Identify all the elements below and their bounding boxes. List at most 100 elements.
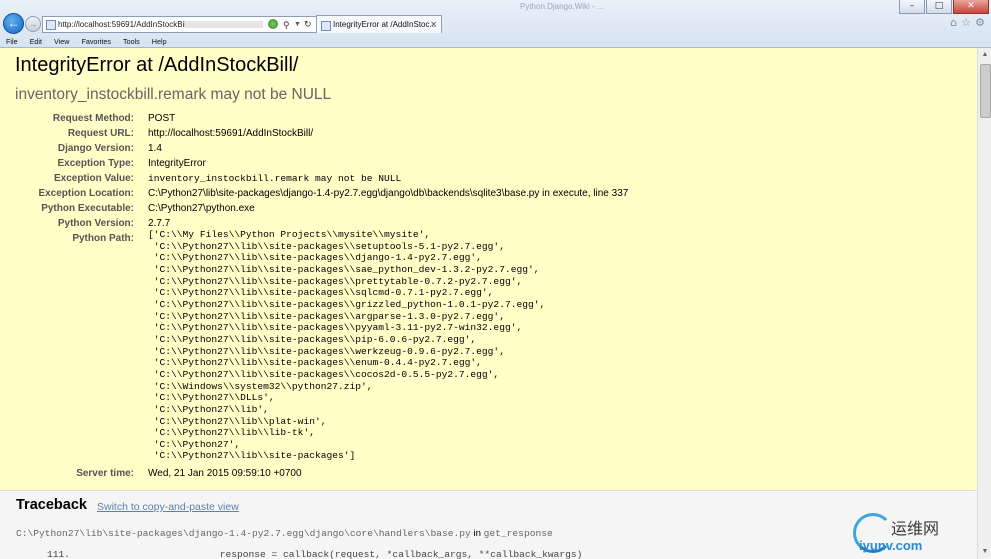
python-path-line: 'C:\\Python27\\lib\\site-packages\\pip-6… [148,333,477,345]
chevron-down-icon[interactable]: ▼ [294,17,301,32]
meta-label: Request Method: [52,113,134,124]
meta-row-server-time: Server time: Wed, 21 Jan 2015 09:59:10 +… [0,468,970,483]
menu-bar: File Edit View Favorites Tools Help [0,36,173,47]
meta-value: inventory_instockbill.remark may not be … [148,173,402,184]
meta-value: C:\Python27\lib\site-packages\django-1.4… [148,188,629,199]
python-path-line: 'C:\\Python27\\lib\\site-packages\\sae_p… [148,263,540,275]
traceback-code-line[interactable]: 111. response = callback(request, *callb… [47,549,582,559]
python-path-line: 'C:\\Python27\\lib\\site-packages\\grizz… [148,298,546,310]
traceback-frame-file[interactable]: C:\Python27\lib\site-packages\django-1.4… [16,528,553,539]
favorites-star-icon[interactable]: ☆ [961,16,971,29]
forward-arrow-icon: → [28,19,38,29]
search-icon[interactable]: ⚲ [283,18,290,33]
menu-edit[interactable]: Edit [24,36,48,47]
python-path-line: 'C:\\Python27\\lib\\site-packages\\enum-… [148,357,482,369]
meta-row-exception-type: Exception Type: IntegrityError [0,158,970,173]
back-button[interactable]: ← [3,13,24,34]
traceback-section: Traceback Switch to copy-and-paste view … [0,491,977,559]
python-path-line: 'C:\\Python27\\DLLs', [148,392,275,404]
python-path-line: 'C:\\Python27\\lib\\lib-tk', [148,427,315,439]
meta-row-django-version: Django Version: 1.4 [0,143,970,158]
meta-label: Django Version: [57,143,134,154]
python-path-line: 'C:\\Windows\\system32\\python27.zip', [148,380,373,392]
meta-label: Exception Value: [53,173,134,184]
error-subtitle: inventory_instockbill.remark may not be … [15,86,332,103]
meta-row-request-method: Request Method: POST [0,113,970,128]
toolbar-icons: ⌂ ☆ ⚙ [950,16,985,29]
redacted-area [185,21,263,28]
meta-label: Request URL: [67,128,134,139]
frame-in-word: in [470,528,484,539]
browser-chrome: Python.Django.Wiki - ... – □ ✕ ← → http:… [0,0,991,48]
tab-close-icon[interactable]: ✕ [430,16,437,33]
meta-label: Python Executable: [41,203,134,214]
menu-help[interactable]: Help [146,36,173,47]
address-bar[interactable]: http://localhost:59691/AddInStockBill/ ⚲… [42,16,317,33]
tab-title: IntegrityError at /AddInStoc... [333,20,437,29]
python-path-line: 'C:\\Python27\\lib\\site-packages\\djang… [148,252,482,264]
home-icon[interactable]: ⌂ [950,16,957,29]
meta-value: 1.4 [148,143,162,154]
back-arrow-icon: ← [7,16,20,30]
meta-value: POST [148,113,176,124]
switch-view-link[interactable]: Switch to copy-and-paste view [97,501,239,513]
python-path-line: 'C:\\Python27\\lib\\site-packages\\prett… [148,275,523,287]
python-path-line: 'C:\\Python27\\lib\\site-packages\\cocos… [148,368,500,380]
meta-value: http://localhost:59691/AddInStockBill/ [148,128,314,139]
python-path-line: 'C:\\Python27\\lib\\site-packages\\sqlcm… [148,287,494,299]
menu-file[interactable]: File [0,36,24,47]
python-path-line: 'C:\\Python27\\lib\\site-packages'] [148,450,356,462]
meta-label: Python Version: [57,218,134,229]
meta-value: Wed, 21 Jan 2015 09:59:10 +0700 [148,468,302,479]
menu-tools[interactable]: Tools [117,36,146,47]
python-path-line: 'C:\\Python27\\lib\\site-packages\\setup… [148,240,505,252]
meta-row-exception-value: Exception Value: inventory_instockbill.r… [0,173,970,188]
scroll-up-icon[interactable]: ▲ [980,50,990,60]
frame-filename: C:\Python27\lib\site-packages\django-1.4… [16,528,471,539]
error-title: IntegrityError at /AddInStockBill/ [15,54,299,76]
meta-value: 2.7.7 [148,218,171,229]
watermark-cn: 运维网 [891,519,940,538]
minimize-button[interactable]: – [899,0,925,14]
python-path-line: 'C:\\Python27', [148,438,241,450]
python-path-line: 'C:\\Python27\\lib', [148,403,269,415]
vertical-scrollbar[interactable]: ▲ ▼ [977,48,991,559]
error-summary: IntegrityError at /AddInStockBill/ inven… [0,48,977,491]
python-path-line: ['C:\\My Files\\Python Projects\\mysite\… [148,229,431,240]
refresh-icon[interactable]: ↻ [304,17,312,32]
maximize-button[interactable]: □ [926,0,952,14]
scroll-down-icon[interactable]: ▼ [980,547,990,557]
meta-label: Exception Type: [57,158,135,169]
close-button[interactable]: ✕ [953,0,989,14]
compatibility-icon[interactable] [268,19,278,29]
gear-icon[interactable]: ⚙ [975,16,985,29]
watermark-logo: 运维网 iyunv.com [851,509,971,557]
meta-label: Python Path: [72,233,134,244]
frame-function: get_response [483,528,553,539]
scrollbar-thumb[interactable] [980,64,991,118]
forward-button[interactable]: → [25,16,41,32]
window-title: Python.Django.Wiki - ... [520,2,604,11]
page-viewport: IntegrityError at /AddInStockBill/ inven… [0,48,977,559]
meta-row-exception-location: Exception Location: C:\Python27\lib\site… [0,188,970,203]
meta-value: IntegrityError [148,158,206,169]
traceback-heading: Traceback [16,497,87,513]
meta-label: Exception Location: [38,188,134,199]
meta-label: Server time: [76,468,134,479]
python-path-line: 'C:\\Python27\\lib\\site-packages\\pyyam… [148,322,523,334]
python-path-line: 'C:\\Python27\\lib\\site-packages\\werkz… [148,345,505,357]
tab-page-icon [321,21,331,31]
meta-value: C:\Python27\python.exe [148,203,255,214]
meta-row-python-executable: Python Executable: C:\Python27\python.ex… [0,203,970,218]
meta-row-request-url: Request URL: http://localhost:59691/AddI… [0,128,970,143]
window-controls: – □ ✕ [899,0,989,14]
menu-view[interactable]: View [48,36,75,47]
address-url[interactable]: http://localhost:59691/AddInStockBill/ [58,17,190,32]
python-path-value: ['C:\\My Files\\Python Projects\\mysite\… [148,229,545,462]
python-path-line: 'C:\\Python27\\lib\\site-packages\\argpa… [148,310,505,322]
page-icon [46,20,56,30]
python-path-line: 'C:\\Python27\\lib\\plat-win', [148,415,327,427]
tab-active[interactable]: IntegrityError at /AddInStoc... ✕ [316,15,442,33]
watermark-en: iyunv.com [859,538,923,553]
menu-favorites[interactable]: Favorites [75,36,117,47]
